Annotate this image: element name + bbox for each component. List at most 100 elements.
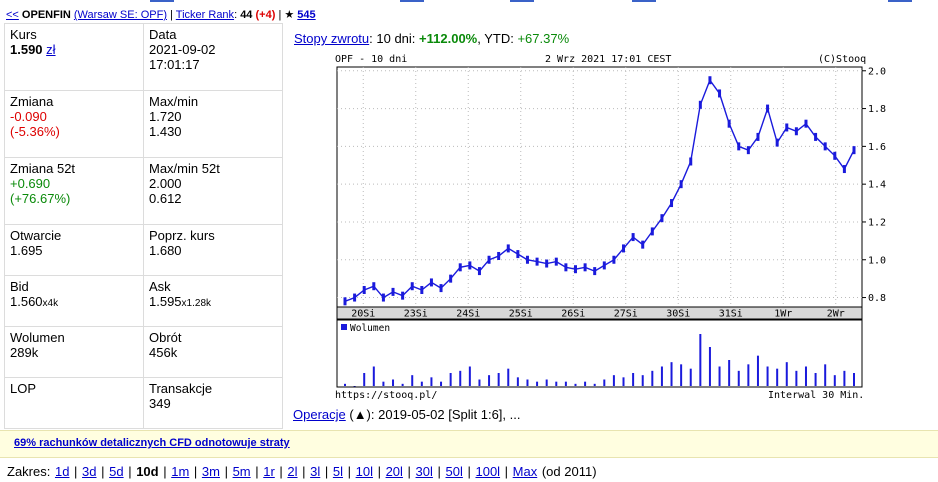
time-value: 17:01:17	[149, 57, 200, 72]
range-option-20l[interactable]: 20l	[386, 464, 403, 479]
volume-bar	[603, 379, 606, 386]
volume-bar	[756, 355, 759, 386]
volume-bar	[804, 366, 807, 386]
price-point	[545, 259, 549, 268]
volume-legend-swatch	[341, 324, 347, 330]
price-point	[449, 274, 453, 283]
volume-bar	[699, 334, 702, 386]
stats-row: Bid 1.560x4k Ask 1.595x1.28k	[4, 275, 283, 327]
back-link[interactable]: <<	[6, 9, 19, 21]
price-value: 1.590	[10, 42, 43, 57]
volume-bar	[382, 381, 385, 386]
stats-row: Otwarcie 1.695 Poprz. kurs 1.680	[4, 224, 283, 276]
min-52w-value: 0.612	[149, 191, 182, 206]
market-link[interactable]: (Warsaw SE: OPF)	[74, 9, 167, 21]
y-tick-label: 0.8	[868, 293, 886, 304]
volume-plot-area	[336, 319, 863, 388]
range-option-1d[interactable]: 1d	[55, 464, 69, 479]
chart-subtitle: 2 Wrz 2021 17:01 CEST	[545, 54, 671, 65]
top-divider	[510, 0, 534, 2]
stats-row: Zmiana 52t +0.690 (+76.67%) Max/min 52t …	[4, 157, 283, 225]
stats-cell-price: Kurs 1.590 zł	[4, 23, 144, 91]
y-tick-label: 1.8	[868, 104, 886, 115]
range-option-3m[interactable]: 3m	[202, 464, 220, 479]
price-point	[573, 265, 577, 274]
price-point	[775, 138, 779, 147]
stats-cell-maxmin-52w: Max/min 52t 2.000 0.612	[143, 157, 283, 225]
price-point	[641, 240, 645, 249]
star-count-link[interactable]: 545	[297, 9, 315, 21]
transactions-value: 349	[149, 396, 171, 411]
price-point	[622, 244, 626, 253]
price-point	[343, 297, 347, 306]
price-point	[525, 255, 529, 264]
volume-bar	[468, 366, 471, 386]
chart-footer-interval: Interwal 30 Min.	[768, 390, 864, 400]
min-value: 1.430	[149, 124, 182, 139]
range-option-Max[interactable]: Max	[513, 464, 538, 479]
prev-close-label: Poprz. kurs	[149, 228, 215, 243]
price-point	[660, 214, 664, 223]
bid-size: x4k	[42, 298, 59, 309]
y-tick-label: 1.4	[868, 180, 886, 191]
volume-bar	[766, 366, 769, 386]
price-point	[497, 251, 501, 260]
max-value: 1.720	[149, 109, 182, 124]
currency-link[interactable]: zł	[46, 42, 55, 57]
operations-link[interactable]: Operacje	[293, 407, 346, 422]
range-option-5d[interactable]: 5d	[109, 464, 123, 479]
stats-cell-maxmin: Max/min 1.720 1.430	[143, 90, 283, 158]
volume-bar	[622, 377, 625, 386]
volume-bar	[651, 370, 654, 386]
volume-bar	[641, 375, 644, 386]
maxmin-52w-label: Max/min 52t	[149, 161, 220, 176]
range-option-100l[interactable]: 100l	[475, 464, 500, 479]
y-tick-label: 1.2	[868, 217, 886, 228]
price-point	[439, 284, 443, 293]
lop-label: LOP	[10, 381, 37, 396]
range-option-1r[interactable]: 1r	[263, 464, 275, 479]
quote-stats-table: Kurs 1.590 zł Data 2021-09-02 17:01:17 Z…	[4, 23, 283, 429]
price-point	[353, 293, 357, 302]
price-point	[756, 132, 760, 141]
y-tick-label: 1.6	[868, 142, 886, 153]
volume-bar	[612, 375, 615, 386]
range-option-3l[interactable]: 3l	[310, 464, 320, 479]
cfd-warning-link[interactable]: 69% rachunków detalicznych CFD odnotowuj…	[14, 437, 290, 449]
change-label: Zmiana	[10, 94, 54, 109]
price-point	[698, 100, 702, 109]
x-tick-label: 1Wr	[774, 309, 792, 320]
ticker-rank-link[interactable]: Ticker Rank	[176, 9, 234, 21]
x-tick-label: 2Wr	[827, 309, 845, 320]
price-point	[833, 151, 837, 160]
stats-row: LOP Transakcje 349	[4, 377, 283, 429]
range-option-50l[interactable]: 50l	[446, 464, 463, 479]
price-point	[516, 250, 520, 259]
range-option-30l[interactable]: 30l	[416, 464, 433, 479]
top-divider	[888, 0, 912, 2]
x-tick-label: 25Si	[509, 309, 533, 320]
volume-bar	[670, 362, 673, 386]
x-tick-label: 23Si	[404, 309, 428, 320]
range-option-5m[interactable]: 5m	[233, 464, 251, 479]
price-point	[477, 267, 481, 276]
x-tick-label: 20Si	[351, 309, 375, 320]
bid-label: Bid	[10, 279, 29, 294]
price-point	[612, 255, 616, 264]
y-tick-label: 2.0	[868, 66, 886, 77]
price-point	[564, 263, 568, 272]
returns-link[interactable]: Stopy zwrotu	[294, 31, 369, 46]
price-point	[362, 285, 366, 294]
volume-bar	[478, 379, 481, 386]
volume-bar	[526, 379, 529, 386]
range-option-1m[interactable]: 1m	[171, 464, 189, 479]
price-point	[535, 257, 539, 266]
top-divider	[150, 0, 174, 2]
price-chart[interactable]: OPF - 10 dni 2 Wrz 2021 17:01 CEST (C)St…	[330, 50, 938, 400]
range-option-10l[interactable]: 10l	[356, 464, 373, 479]
price-point	[429, 278, 433, 287]
range-option-3d[interactable]: 3d	[82, 464, 96, 479]
price-point	[593, 267, 597, 276]
range-option-5l[interactable]: 5l	[333, 464, 343, 479]
range-option-2l[interactable]: 2l	[287, 464, 297, 479]
